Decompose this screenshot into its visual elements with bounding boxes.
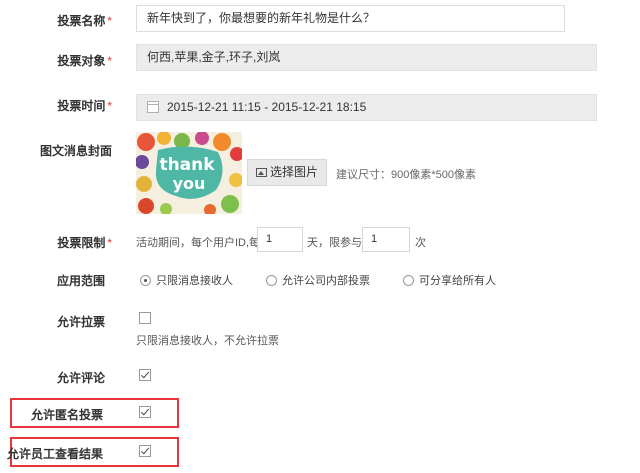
radio-unselected (266, 275, 277, 286)
anonymous-checkbox[interactable] (139, 406, 151, 418)
vote-limit-prefix: 活动期间，每个用户ID,每 (136, 237, 261, 249)
image-icon (255, 168, 267, 177)
canvass-note: 只限消息接收人，不允许拉票 (136, 335, 279, 347)
anonymous-label: 允许匿名投票 (30, 408, 103, 422)
vote-time-field[interactable]: 2015-12-21 11:15 - 2015-12-21 18:15 (136, 94, 597, 121)
image-size-hint: 建议尺寸：900像素*500像素 (336, 169, 476, 181)
vote-target-field[interactable]: 何西,苹果,金子,环子,刘岚 (136, 44, 597, 71)
calendar-icon (147, 101, 159, 113)
required-mark: * (107, 236, 112, 250)
radio-unselected (403, 275, 414, 286)
vote-limit-middle: 天，限参与 (307, 237, 362, 249)
comment-label: 允许评论 (56, 371, 105, 385)
cover-label: 图文消息封面 (39, 144, 112, 158)
thank-you-illustration: thank you (136, 132, 242, 214)
view-results-label: 允许员工查看结果 (6, 447, 103, 461)
canvass-checkbox[interactable] (139, 312, 151, 324)
cover-text-you: you (173, 174, 206, 193)
choose-image-button[interactable]: 选择图片 (247, 159, 327, 186)
vote-time-value: 2015-12-21 11:15 - 2015-12-21 18:15 (167, 100, 367, 114)
times-input[interactable]: 1 (362, 227, 410, 252)
scope-option-company[interactable]: 允许公司内部投票 (266, 272, 370, 288)
vote-name-label: 投票名称 * (57, 14, 112, 28)
comment-checkbox[interactable] (139, 369, 151, 381)
required-mark: * (107, 14, 112, 28)
days-input[interactable]: 1 (257, 227, 303, 252)
canvass-label: 允许拉票 (56, 315, 105, 329)
scope-option-recipients[interactable]: 只限消息接收人 (140, 272, 233, 288)
radio-selected (140, 275, 151, 286)
view-results-checkbox[interactable] (139, 445, 151, 457)
vote-limit-label: 投票限制 * (57, 236, 112, 250)
cover-image: thank you (136, 132, 242, 214)
required-mark: * (107, 54, 112, 68)
scope-option-public[interactable]: 可分享给所有人 (403, 272, 496, 288)
vote-limit-suffix: 次 (415, 237, 426, 249)
vote-target-label: 投票对象 * (57, 54, 112, 68)
required-mark: * (107, 99, 112, 113)
vote-time-label: 投票时间 * (57, 99, 112, 113)
vote-name-input[interactable]: 新年快到了，你最想要的新年礼物是什么？ (136, 5, 565, 32)
scope-label: 应用范围 (56, 274, 105, 288)
cover-text-thank: thank (159, 155, 215, 175)
